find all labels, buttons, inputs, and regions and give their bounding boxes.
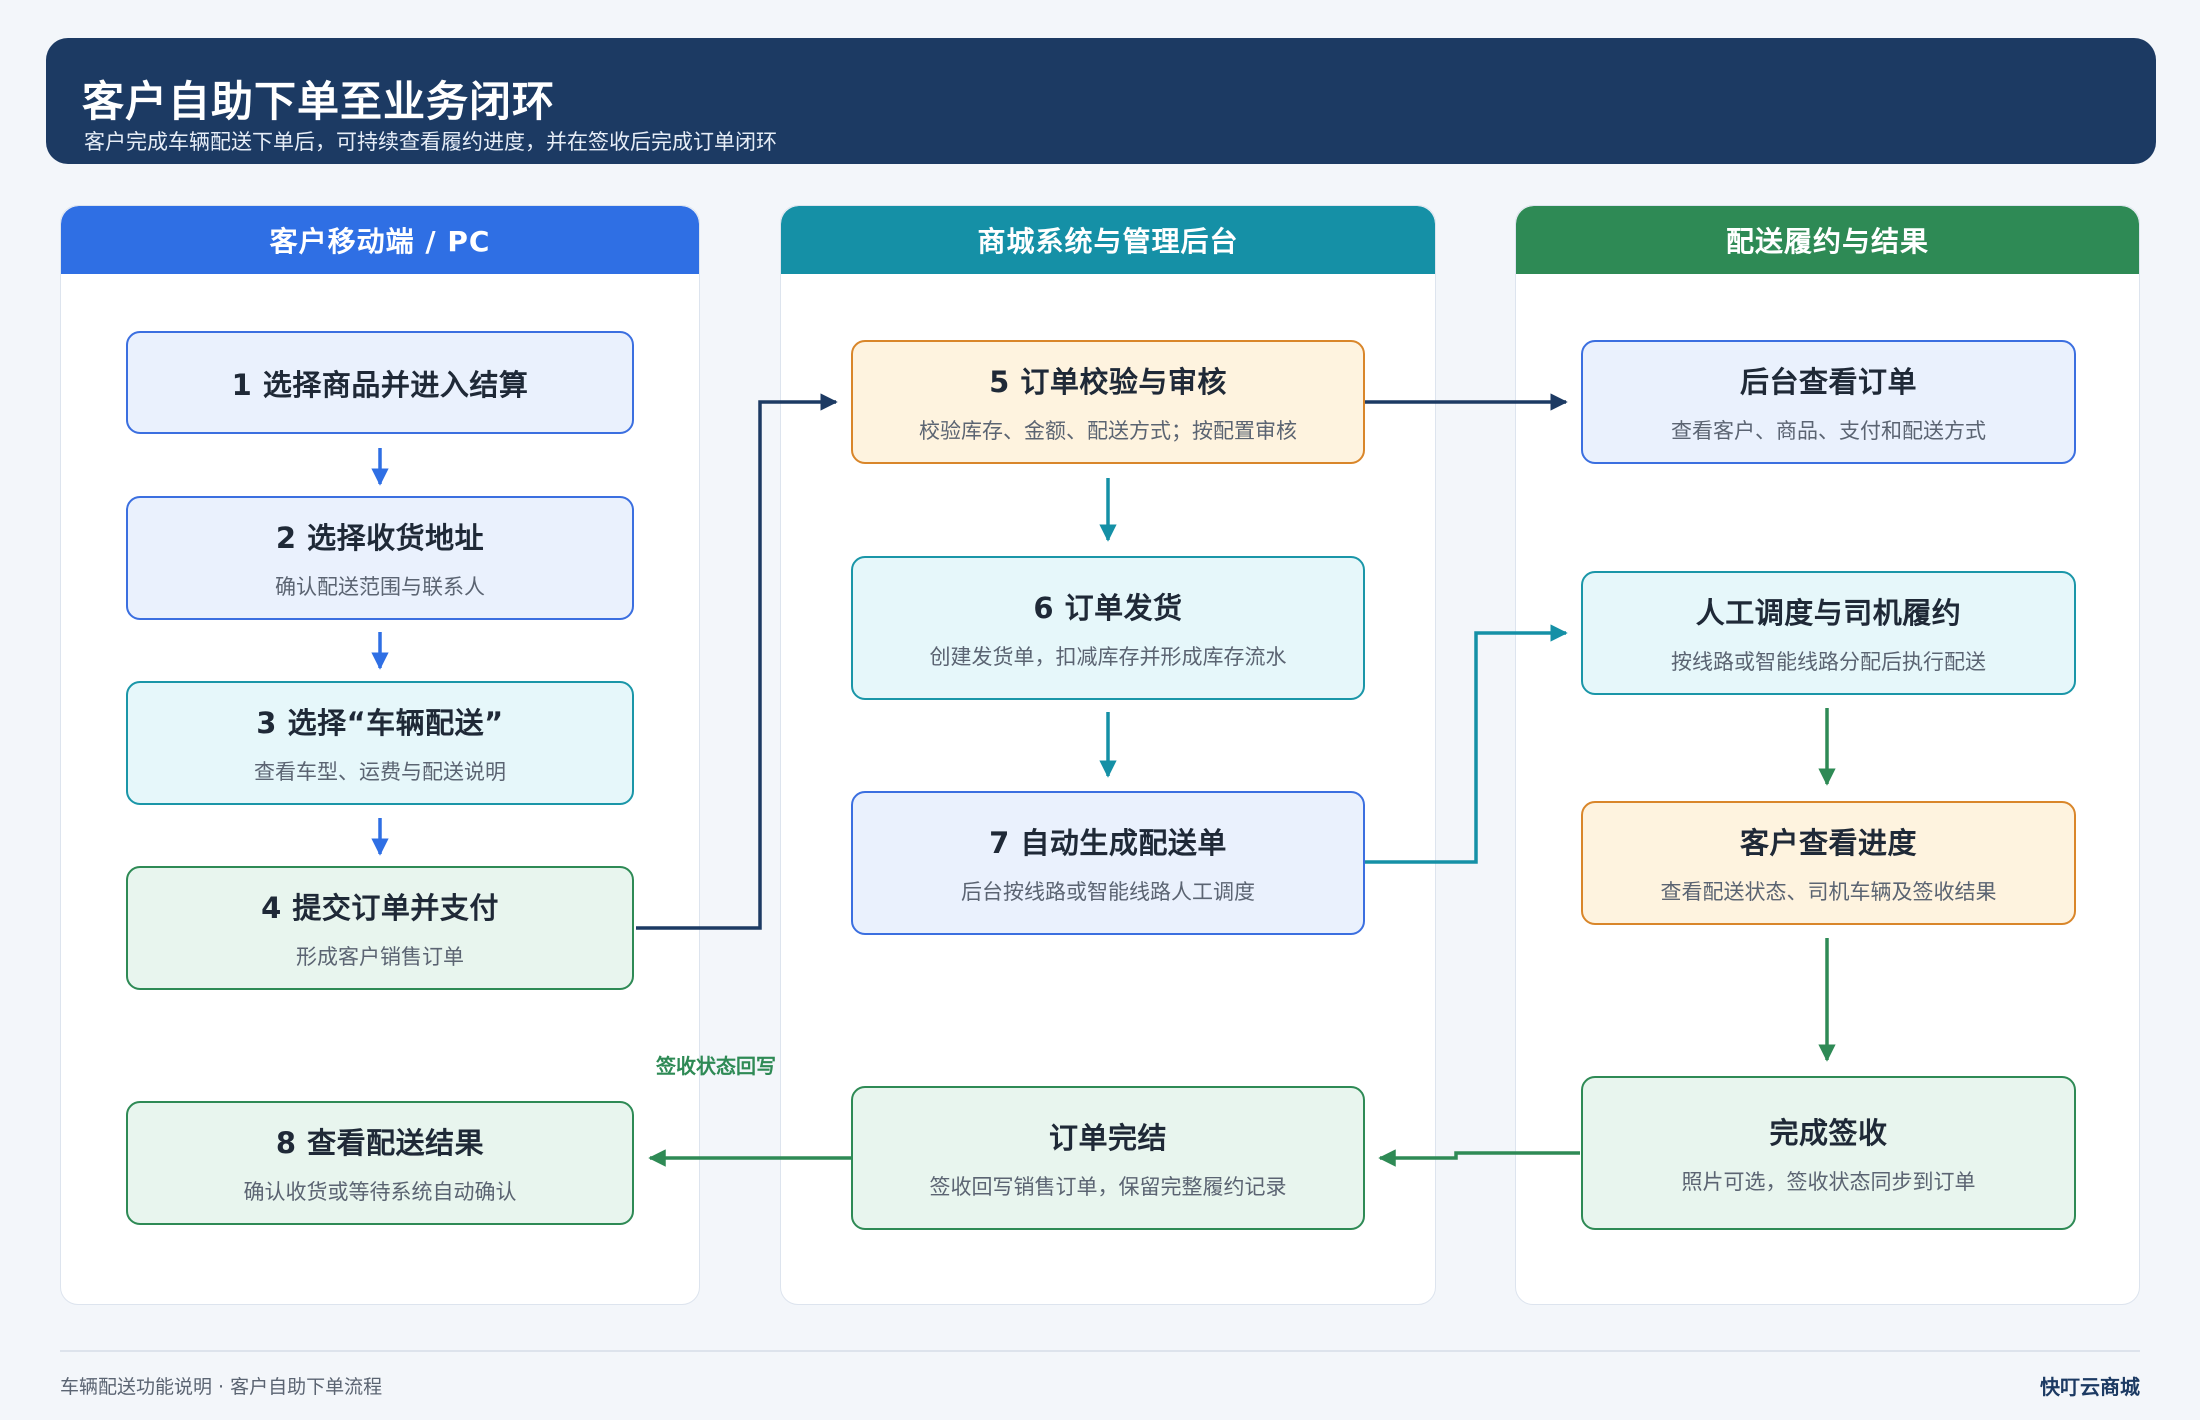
arrow-r4-done — [1378, 1149, 1580, 1167]
node-step-6: 6 订单发货 创建发货单，扣减库存并形成库存流水 — [851, 556, 1365, 700]
node-step-5-subtitle: 校验库存、金额、配送方式；按配置审核 — [919, 419, 1297, 443]
node-step-2: 2 选择收货地址 确认配送范围与联系人 — [126, 496, 634, 620]
node-step-5: 5 订单校验与审核 校验库存、金额、配送方式；按配置审核 — [851, 340, 1365, 464]
node-step-4-title: 4 提交订单并支付 — [261, 891, 499, 925]
node-backend-view-order-subtitle: 查看客户、商品、支付和配送方式 — [1671, 419, 1986, 443]
sign-status-writeback-label: 签收状态回写 — [656, 1054, 776, 1078]
node-step-1-title: 1 选择商品并进入结算 — [231, 367, 529, 402]
node-step-2-subtitle: 确认配送范围与联系人 — [275, 575, 485, 599]
arrow-7-r2 — [1365, 624, 1568, 864]
node-step-3-title: 3 选择“车辆配送” — [256, 706, 504, 740]
node-sign-complete: 完成签收 照片可选，签收状态同步到订单 — [1581, 1076, 2076, 1230]
node-step-5-title: 5 订单校验与审核 — [989, 365, 1227, 399]
node-order-complete-title: 订单完结 — [1048, 1121, 1167, 1155]
node-step-4-subtitle: 形成客户销售订单 — [296, 945, 464, 969]
footer-brand: 快叮云商城 — [2040, 1375, 2140, 1399]
node-step-8-subtitle: 确认收货或等待系统自动确认 — [243, 1180, 517, 1204]
node-step-1: 1 选择商品并进入结算 — [126, 331, 634, 434]
node-customer-progress-title: 客户查看进度 — [1739, 826, 1917, 860]
node-step-8: 8 查看配送结果 确认收货或等待系统自动确认 — [126, 1101, 634, 1225]
footer-caption: 车辆配送功能说明 · 客户自助下单流程 — [60, 1376, 383, 1398]
node-sign-complete-subtitle: 照片可选，签收状态同步到订单 — [1681, 1170, 1976, 1194]
node-dispatch-driver-title: 人工调度与司机履约 — [1695, 596, 1962, 630]
node-step-4: 4 提交订单并支付 形成客户销售订单 — [126, 866, 634, 990]
node-step-7: 7 自动生成配送单 后台按线路或智能线路人工调度 — [851, 791, 1365, 935]
node-step-6-title: 6 订单发货 — [1033, 591, 1183, 625]
arrow-4-5 — [636, 393, 838, 930]
node-step-3-subtitle: 查看车型、运费与配送说明 — [254, 760, 506, 784]
node-order-complete-subtitle: 签收回写销售订单，保留完整履约记录 — [929, 1175, 1287, 1199]
node-step-2-title: 2 选择收货地址 — [275, 521, 485, 555]
node-backend-view-order: 后台查看订单 查看客户、商品、支付和配送方式 — [1581, 340, 2076, 464]
node-dispatch-driver: 人工调度与司机履约 按线路或智能线路分配后执行配送 — [1581, 571, 2076, 695]
node-backend-view-order-title: 后台查看订单 — [1739, 365, 1917, 399]
node-step-7-subtitle: 后台按线路或智能线路人工调度 — [961, 880, 1255, 904]
node-step-6-subtitle: 创建发货单，扣减库存并形成库存流水 — [929, 645, 1287, 669]
node-step-8-title: 8 查看配送结果 — [275, 1126, 485, 1160]
node-step-3: 3 选择“车辆配送” 查看车型、运费与配送说明 — [126, 681, 634, 805]
node-sign-complete-title: 完成签收 — [1769, 1116, 1888, 1150]
node-order-complete: 订单完结 签收回写销售订单，保留完整履约记录 — [851, 1086, 1365, 1230]
node-step-7-title: 7 自动生成配送单 — [989, 826, 1227, 860]
node-customer-progress-subtitle: 查看配送状态、司机车辆及签收结果 — [1660, 880, 1997, 904]
footer-divider — [60, 1350, 2140, 1352]
node-customer-progress: 客户查看进度 查看配送状态、司机车辆及签收结果 — [1581, 801, 2076, 925]
node-dispatch-driver-subtitle: 按线路或智能线路分配后执行配送 — [1671, 650, 1986, 674]
